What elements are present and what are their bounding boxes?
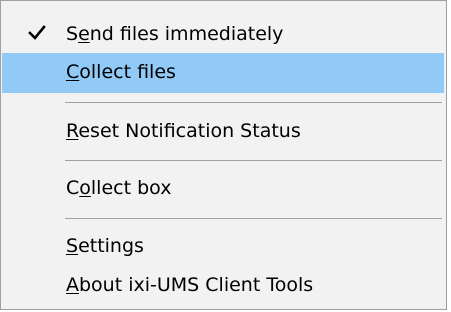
menu-item-collect-files[interactable]: Collect files (2, 53, 444, 93)
menu-item-label: Collect box (66, 177, 172, 199)
menu-item-send-files-immediately[interactable]: Send files immediately (2, 15, 444, 55)
menu-item-reset-notification-status[interactable]: Reset Notification Status (2, 112, 444, 152)
menu-item-settings[interactable]: Settings (2, 227, 444, 267)
menu-item-label: Collect files (66, 61, 176, 83)
menu-item-label: Send files immediately (66, 23, 284, 45)
menu-item-collect-box[interactable]: Collect box (2, 169, 444, 209)
menu-item-label: Settings (66, 235, 144, 257)
menu-separator (65, 218, 442, 219)
context-menu: Send files immediately Collect files Res… (0, 0, 447, 310)
menu-item-about[interactable]: About ixi-UMS Client Tools (2, 266, 444, 306)
menu-item-label: Reset Notification Status (66, 120, 301, 142)
menu-item-label: About ixi-UMS Client Tools (66, 274, 314, 296)
checkmark-icon (28, 25, 46, 40)
menu-separator (65, 102, 442, 103)
menu-separator (65, 160, 442, 161)
